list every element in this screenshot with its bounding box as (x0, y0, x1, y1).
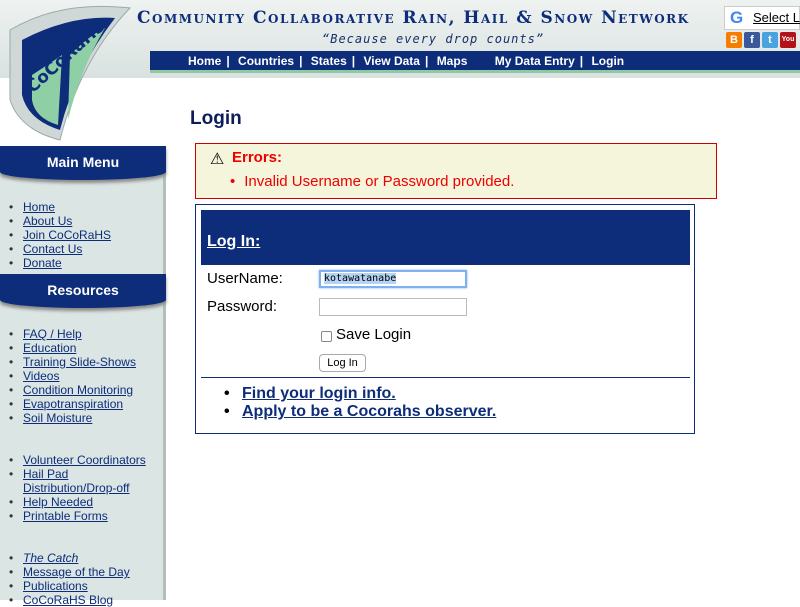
nav-maps[interactable]: Maps (437, 54, 468, 68)
password-input[interactable] (319, 298, 467, 316)
list-item: Message of the Day (9, 565, 130, 579)
nav-view-data[interactable]: View Data (364, 54, 420, 68)
list-item: Publications (9, 579, 130, 593)
list-item: FAQ / Help (9, 327, 136, 341)
list-item: Videos (9, 369, 136, 383)
login-form: Log In: UserName: kotawatanabe Password:… (195, 204, 695, 434)
sidebar-item-hailpad[interactable]: Hail Pad Distribution/Drop-off (23, 467, 130, 495)
cocorahs-logo[interactable]: CoCoRaHS (0, 0, 170, 150)
list-item: Training Slide-Shows (9, 355, 136, 369)
login-help-links: Find your login info. Apply to be a Coco… (224, 385, 496, 421)
main-menu-heading: Main Menu (0, 146, 166, 180)
sidebar-item-soil[interactable]: Soil Moisture (23, 411, 92, 425)
list-item: Education (9, 341, 136, 355)
sidebar-item-volunteer[interactable]: Volunteer Coordinators (23, 453, 146, 467)
sidebar-item-the-catch[interactable]: The Catch (23, 551, 78, 565)
list-item: About Us (9, 214, 111, 228)
blogger-icon[interactable]: B (726, 32, 742, 48)
login-header: Log In: (201, 210, 690, 265)
password-label: Password: (207, 298, 278, 315)
sidebar-item-message[interactable]: Message of the Day (23, 565, 130, 579)
site-tagline: “Because every drop counts” (322, 32, 545, 46)
sidebar-item-evapo[interactable]: Evapotranspiration (23, 397, 123, 411)
list-item: Contact Us (9, 242, 111, 256)
login-heading: Log In: (207, 233, 261, 250)
site-title: Community Collaborative Rain, Hail & Sno… (137, 8, 690, 28)
list-item: Help Needed (9, 495, 146, 509)
main-menu-list: Home About Us Join CoCoRaHS Contact Us D… (9, 200, 111, 270)
list-item: Find your login info. (224, 385, 496, 403)
sidebar-item-join[interactable]: Join CoCoRaHS (23, 228, 111, 242)
list-item: CoCoRaHS Blog (9, 593, 130, 607)
list-item: Condition Monitoring (9, 383, 136, 397)
youtube-icon[interactable]: You (780, 32, 796, 48)
top-nav: Home | Countries | States | View Data | Maps… (150, 51, 800, 73)
username-input[interactable]: kotawatanabe (319, 270, 467, 288)
list-item: Soil Moisture (9, 411, 136, 425)
list-item: Join CoCoRaHS (9, 228, 111, 242)
google-translate-select[interactable]: G Select L (724, 6, 800, 30)
warning-icon: ⚠ (210, 151, 225, 168)
social-links: B f t You (726, 32, 796, 48)
error-box: ⚠ Errors: Invalid Username or Password p… (195, 143, 717, 199)
sidebar-item-blog[interactable]: CoCoRaHS Blog (23, 593, 113, 607)
list-item: Volunteer Coordinators (9, 453, 146, 467)
nav-states[interactable]: States (311, 54, 347, 68)
sidebar-item-home[interactable]: Home (23, 200, 55, 214)
list-item: The Catch (9, 551, 130, 565)
list-item: Home (9, 200, 111, 214)
sidebar-item-about[interactable]: About Us (23, 214, 72, 228)
sidebar: Main Menu Home About Us Join CoCoRaHS Co… (0, 146, 166, 607)
login-button[interactable]: Log In (319, 354, 366, 372)
google-icon: G (730, 8, 744, 27)
facebook-icon[interactable]: f (744, 32, 760, 48)
sidebar-item-help-needed[interactable]: Help Needed (23, 495, 93, 509)
username-label: UserName: (207, 270, 283, 287)
list-item: Donate (9, 256, 111, 270)
sidebar-item-donate[interactable]: Donate (23, 256, 62, 270)
sidebar-item-videos[interactable]: Videos (23, 369, 59, 383)
save-login-label[interactable]: Save Login (336, 326, 411, 343)
nav-my-data-entry[interactable]: My Data Entry (495, 54, 575, 68)
list-item: Hail Pad Distribution/Drop-off (9, 467, 139, 495)
nav-countries[interactable]: Countries (238, 54, 294, 68)
twitter-icon[interactable]: t (762, 32, 778, 48)
sidebar-item-education[interactable]: Education (23, 341, 76, 355)
resources-list: FAQ / Help Education Training Slide-Show… (9, 327, 136, 425)
list-item: Printable Forms (9, 509, 146, 523)
sidebar-item-training[interactable]: Training Slide-Shows (23, 355, 136, 369)
sidebar-item-faq[interactable]: FAQ / Help (23, 327, 82, 341)
sidebar-item-contact[interactable]: Contact Us (23, 242, 82, 256)
sidebar-item-forms[interactable]: Printable Forms (23, 509, 108, 523)
apply-observer-link[interactable]: Apply to be a Cocorahs observer. (242, 403, 496, 420)
resources-list-3: The Catch Message of the Day Publication… (9, 551, 130, 607)
sidebar-item-condition[interactable]: Condition Monitoring (23, 383, 133, 397)
list-item: Evapotranspiration (9, 397, 136, 411)
nav-login[interactable]: Login (591, 54, 624, 68)
resources-list-2: Volunteer Coordinators Hail Pad Distribu… (9, 453, 146, 523)
save-login-checkbox[interactable] (321, 331, 332, 342)
nav-home[interactable]: Home (188, 54, 221, 68)
divider (201, 377, 690, 378)
page-title: Login (190, 108, 242, 129)
find-login-info-link[interactable]: Find your login info. (242, 385, 396, 402)
sidebar-item-publications[interactable]: Publications (23, 579, 88, 593)
list-item: Apply to be a Cocorahs observer. (224, 403, 496, 421)
errors-title: Errors: (232, 149, 283, 166)
resources-heading: Resources (0, 274, 166, 308)
error-message: Invalid Username or Password provided. (230, 173, 514, 190)
